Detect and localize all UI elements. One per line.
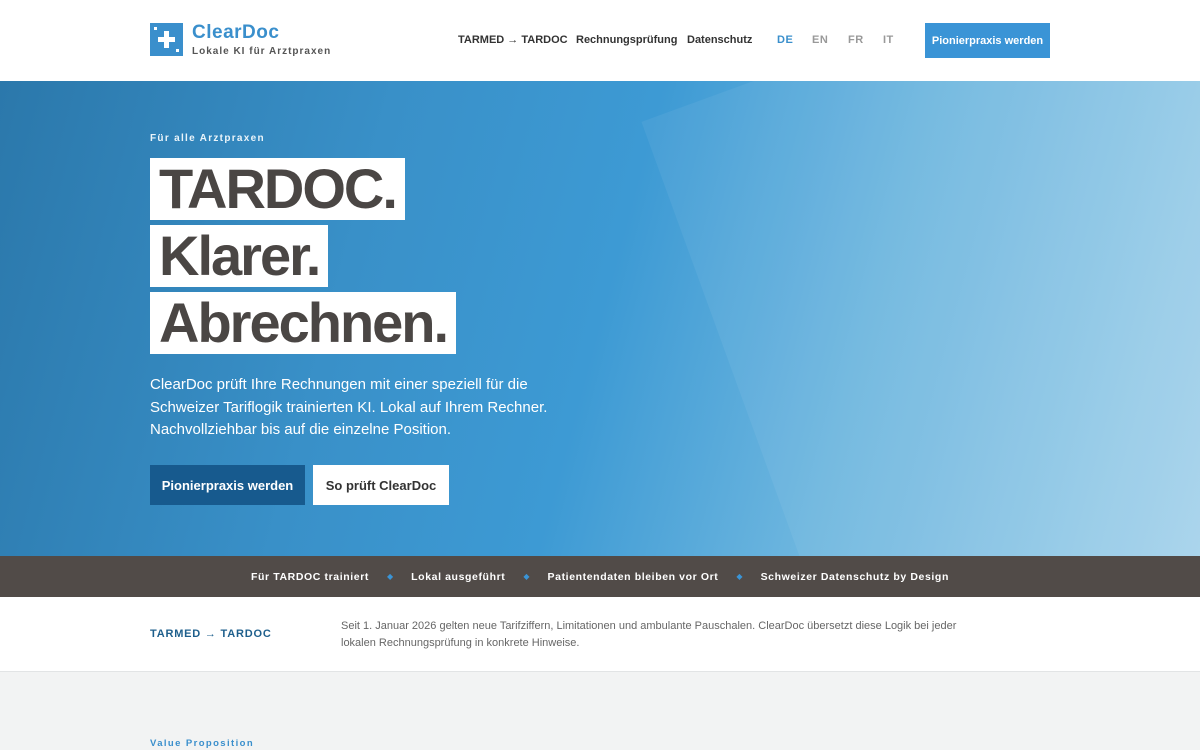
feature-item: Schweizer Datenschutz by Design — [760, 570, 949, 583]
nav-link-rechnungspruefung[interactable]: Rechnungsprüfung — [576, 34, 677, 46]
hero-headline-line-3: Abrechnen. — [150, 292, 457, 354]
hero-secondary-button[interactable]: So prüft ClearDoc — [313, 465, 449, 505]
medical-plus-icon[interactable] — [150, 23, 183, 56]
info-label: TARMED → TARDOC — [150, 628, 272, 640]
tardoc-info-band: TARMED → TARDOC Seit 1. Januar 2026 gelt… — [0, 597, 1200, 672]
feature-strip: Für TARDOC trainiert ◆ Lokal ausgeführt … — [0, 556, 1200, 597]
nav-link-datenschutz[interactable]: Datenschutz — [687, 34, 752, 46]
brand-name[interactable]: ClearDoc — [192, 22, 279, 44]
feature-item: Für TARDOC trainiert — [251, 570, 370, 583]
language-en[interactable]: EN — [812, 34, 828, 46]
brand-tagline: Lokale KI für Arztpraxen — [192, 46, 332, 57]
diamond-separator-icon: ◆ — [387, 572, 394, 581]
language-de[interactable]: DE — [777, 34, 793, 46]
diamond-separator-icon: ◆ — [736, 572, 743, 581]
language-it[interactable]: IT — [883, 34, 894, 46]
nav-link-tarmed-tardoc[interactable]: TARMED → TARDOC — [458, 34, 568, 46]
language-fr[interactable]: FR — [848, 34, 864, 46]
hero-description: ClearDoc prüft Ihre Rechnungen mit einer… — [150, 376, 548, 438]
hero-headline-line-1: TARDOC. — [150, 158, 405, 220]
feature-item: Patientendaten bleiben vor Ort — [547, 570, 719, 583]
hero-headline-line-2: Klarer. — [150, 225, 329, 287]
header-cta-button[interactable]: Pionierpraxis werden — [925, 23, 1050, 58]
feature-item: Lokal ausgeführt — [411, 570, 506, 583]
diamond-separator-icon: ◆ — [523, 572, 530, 581]
hero-primary-button[interactable]: Pionierpraxis werden — [150, 465, 305, 505]
value-proposition-eyebrow: Value Proposition — [150, 738, 255, 749]
hero-eyebrow: Für alle Arztpraxen — [150, 133, 265, 144]
hero-background-sheen — [641, 81, 1200, 556]
hero-section: Für alle Arztpraxen TARDOC. Klarer. Abre… — [0, 81, 1200, 556]
site-header: ClearDoc Lokale KI für Arztpraxen TARMED… — [0, 0, 1200, 81]
info-text: Seit 1. Januar 2026 gelten neue Tarifzif… — [341, 620, 957, 649]
